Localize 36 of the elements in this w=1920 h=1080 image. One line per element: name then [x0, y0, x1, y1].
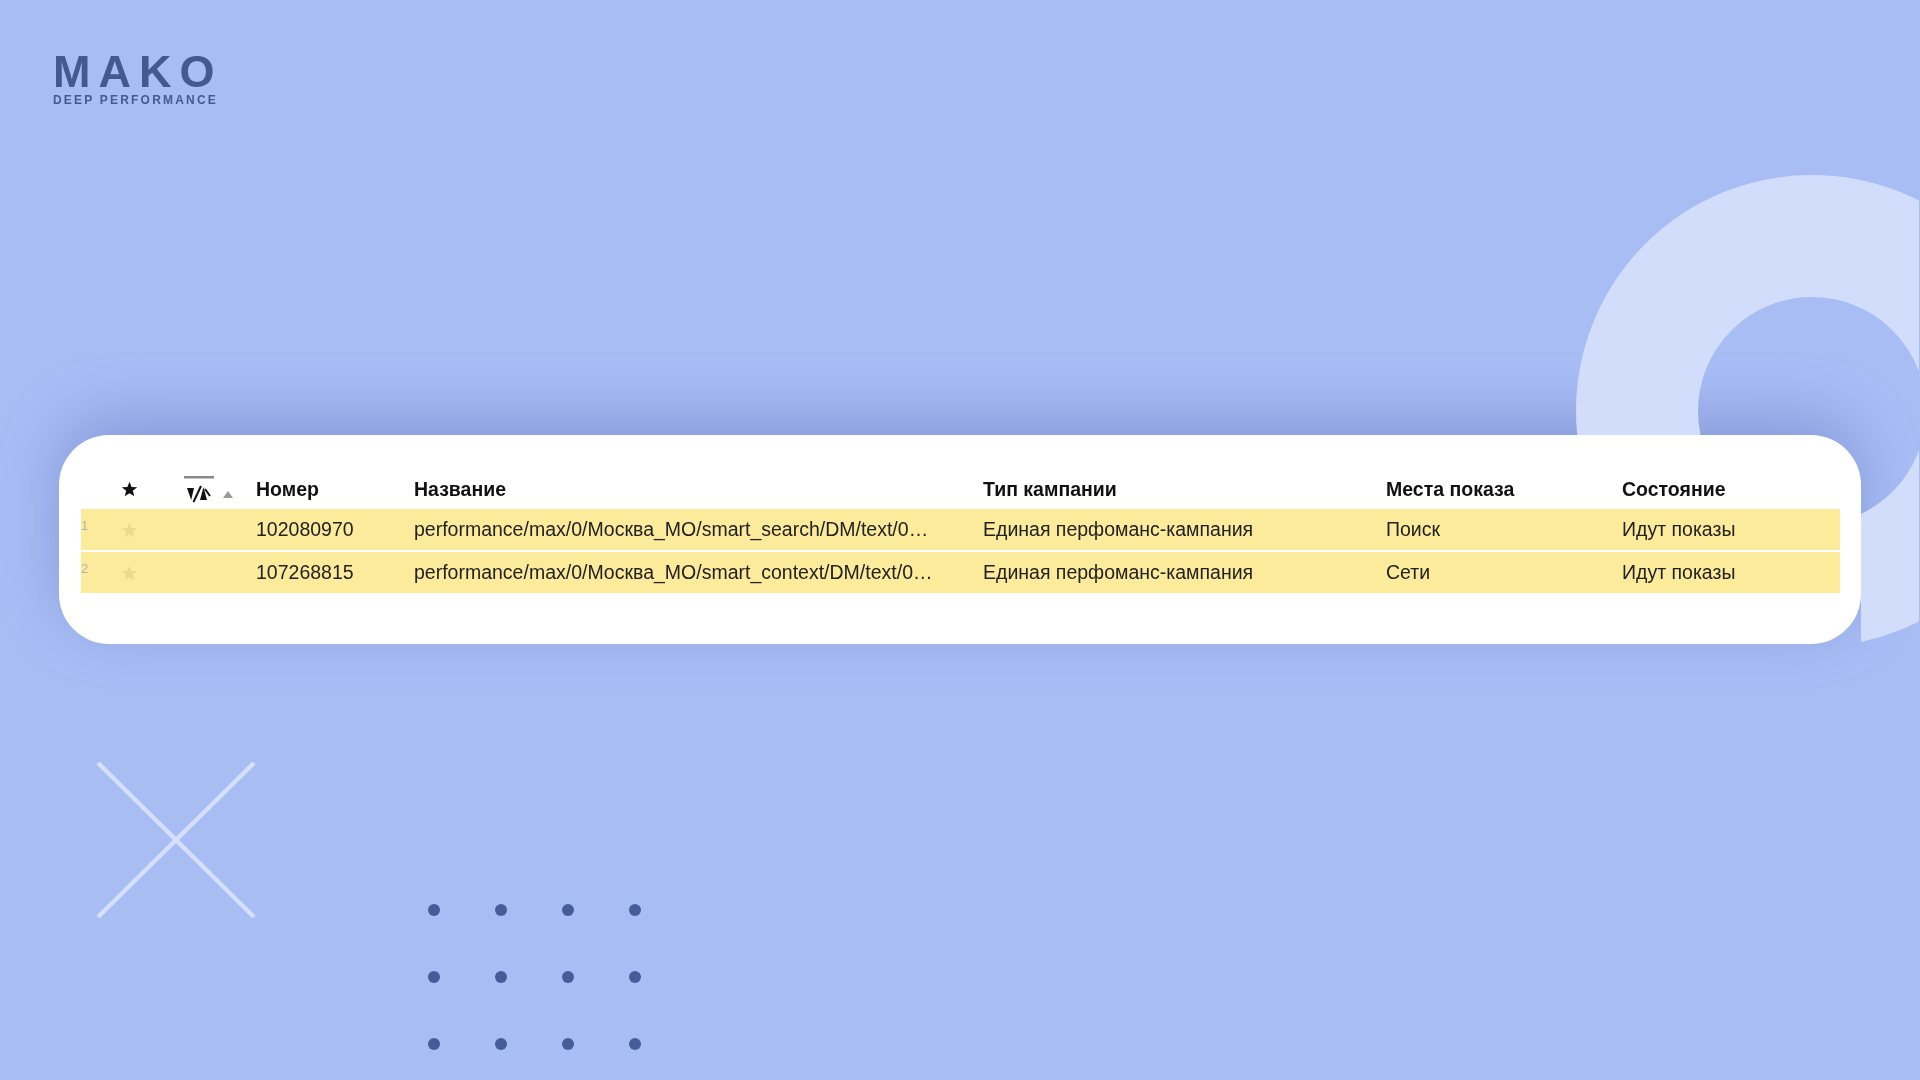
logo-tagline: DEEP PERFORMANCE — [53, 94, 218, 106]
caret-up-icon[interactable] — [223, 491, 233, 498]
column-header[interactable]: Места показа — [1386, 477, 1622, 501]
table-cell: Единая перфоманс-кампания — [983, 518, 1254, 541]
dot-icon — [562, 971, 574, 983]
column-header[interactable]: Тип кампании — [983, 477, 1386, 501]
logo-wordmark: MAKO — [53, 49, 223, 94]
table-cell: 107268815 — [256, 561, 354, 584]
table-cell: 102080970 — [256, 518, 354, 541]
table-cell: Идут показы — [1622, 518, 1736, 541]
row-number: 1 — [81, 518, 89, 533]
dot-icon — [428, 971, 440, 983]
star-icon[interactable] — [120, 481, 138, 497]
table-row[interactable]: 1 102080970 performance/max/0/Москва_МО/smart_search/DM/text/0… Единая перфоманс-кампания Поиск Идут показы — [81, 509, 1840, 550]
dot-icon — [562, 904, 574, 916]
zigzag-icon[interactable] — [184, 476, 214, 504]
dot-icon — [495, 971, 507, 983]
dot-icon — [629, 1038, 641, 1050]
table-cell: Поиск — [1386, 518, 1441, 541]
row-number: 2 — [81, 561, 89, 576]
table-cell: Идут показы — [1622, 561, 1736, 584]
dot-icon — [495, 1038, 507, 1050]
dot-icon — [428, 1038, 440, 1050]
column-header[interactable]: Состояние — [1622, 477, 1840, 501]
table-cell: Единая перфоманс-кампания — [983, 561, 1254, 584]
dot-icon — [629, 971, 641, 983]
column-header[interactable]: Название — [414, 477, 983, 501]
column-header[interactable]: Номер — [256, 477, 414, 501]
dot-icon — [629, 904, 641, 916]
table-cell: Сети — [1386, 561, 1431, 584]
dot-icon — [428, 904, 440, 916]
table-row[interactable]: 2 107268815 performance/max/0/Москва_МО/smart_context/DM/text/0… Единая перфоманс-кампания Сети Идут показы — [81, 552, 1840, 593]
table-cell: performance/max/0/Москва_МО/smart_context/DM/text/0… — [414, 561, 933, 584]
dot-icon — [562, 1038, 574, 1050]
dot-icon — [495, 904, 507, 916]
table-cell: performance/max/0/Москва_МО/smart_search/DM/text/0… — [414, 518, 929, 541]
